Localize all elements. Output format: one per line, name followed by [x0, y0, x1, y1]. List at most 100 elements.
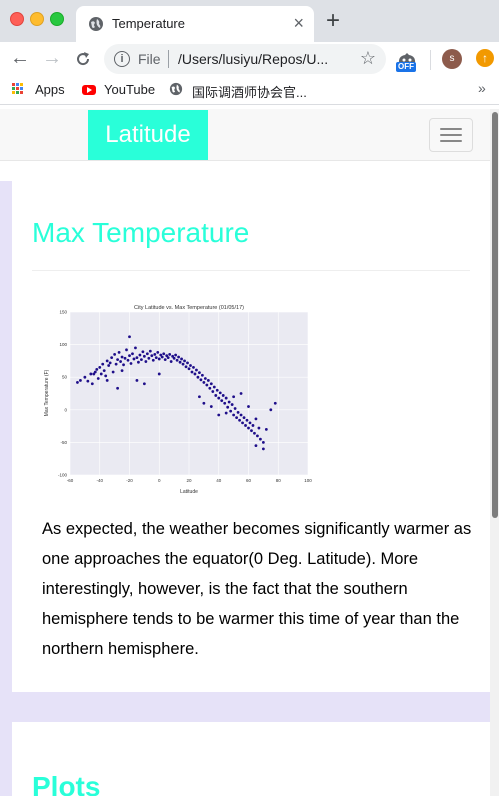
data-point — [156, 351, 160, 354]
data-point — [236, 411, 240, 414]
data-point — [114, 362, 118, 366]
bookmark-youtube[interactable]: YouTube — [104, 82, 155, 97]
data-point — [134, 346, 137, 350]
data-point — [202, 401, 206, 405]
profile-avatar[interactable]: s — [442, 49, 462, 69]
data-point — [184, 365, 188, 369]
page-viewport: Latitude Max Temperature -60 -40 -20 0 20 40 6… — [0, 109, 490, 796]
data-point — [224, 411, 228, 415]
data-point — [203, 377, 207, 380]
data-point — [142, 382, 146, 386]
data-point — [89, 372, 93, 376]
data-point — [131, 352, 134, 356]
section-description: As expected, the weather becomes signifi… — [42, 520, 472, 658]
data-point — [102, 369, 106, 373]
data-point — [117, 351, 121, 354]
data-point — [122, 363, 125, 367]
address-bar[interactable]: i File /Users/lusiyu/Repos/U... ☆ — [104, 44, 386, 74]
data-point — [256, 434, 259, 438]
data-point — [99, 372, 103, 376]
data-point — [140, 358, 143, 361]
data-point — [211, 390, 215, 393]
data-point — [264, 427, 268, 431]
data-point — [198, 371, 201, 375]
data-point — [116, 358, 119, 361]
data-point — [177, 355, 180, 359]
data-point — [154, 356, 158, 360]
close-tab-icon[interactable]: × — [293, 13, 304, 33]
update-icon[interactable]: ↑ — [476, 49, 494, 67]
y-tick-label: -100 — [58, 473, 68, 478]
bookmark-star-icon[interactable]: ☆ — [360, 48, 376, 69]
x-tick-label: 40 — [216, 478, 222, 483]
data-point — [123, 356, 127, 360]
maximize-window-button[interactable] — [50, 12, 64, 26]
data-point — [202, 381, 206, 384]
x-axis-label: Latitude — [180, 489, 198, 495]
hamburger-line — [440, 140, 462, 142]
back-arrow-icon[interactable]: ← — [10, 46, 30, 70]
browser-toolbar: ← → i File /Users/lusiyu/Repos/U... ☆ — [0, 42, 499, 76]
url-text[interactable]: /Users/lusiyu/Repos/U... — [178, 51, 328, 67]
y-tick-label: 150 — [59, 310, 67, 315]
data-point — [245, 418, 249, 422]
site-brand[interactable]: Latitude — [88, 110, 208, 160]
data-point — [119, 360, 122, 363]
data-point — [132, 357, 136, 361]
data-point — [79, 379, 82, 382]
data-point — [92, 372, 96, 376]
data-point — [98, 366, 102, 369]
data-point — [129, 362, 133, 365]
data-point — [141, 350, 145, 354]
data-point — [108, 361, 112, 365]
site-info-icon[interactable]: i — [114, 51, 130, 67]
data-point — [157, 357, 161, 361]
browser-tab[interactable]: Temperature × — [76, 6, 314, 42]
data-point — [261, 441, 265, 444]
data-point — [200, 373, 204, 377]
globe-icon — [89, 17, 103, 31]
data-point — [178, 360, 182, 364]
data-point — [247, 426, 250, 430]
data-point — [223, 401, 227, 405]
reload-icon[interactable] — [74, 50, 92, 68]
data-point — [90, 382, 94, 386]
x-tick-label: 80 — [276, 478, 282, 483]
toolbar-divider — [430, 50, 431, 70]
data-point — [239, 413, 243, 417]
omnibox-divider — [168, 50, 169, 68]
data-point — [195, 368, 198, 372]
x-tick-label: -40 — [96, 478, 103, 483]
data-point — [214, 394, 218, 397]
data-point — [247, 405, 250, 408]
tab-strip: Temperature × + — [0, 0, 499, 42]
data-point — [142, 354, 146, 358]
data-point — [166, 356, 170, 360]
y-tick-label: 0 — [64, 407, 67, 412]
bookmark-bartender-association[interactable]: 国际调酒师协会官... — [192, 82, 307, 101]
hamburger-line — [440, 134, 462, 136]
data-point — [250, 429, 253, 433]
scrollbar-thumb[interactable] — [492, 112, 498, 518]
forward-arrow-icon[interactable]: → — [42, 46, 62, 70]
more-bookmarks-button[interactable]: » — [478, 80, 486, 96]
data-point — [126, 358, 130, 362]
data-point — [254, 444, 258, 448]
data-point — [205, 383, 209, 387]
data-point — [259, 437, 262, 441]
bookmark-apps[interactable]: Apps — [35, 82, 65, 97]
new-tab-button[interactable]: + — [326, 9, 340, 33]
x-tick-label: 100 — [304, 478, 312, 483]
data-point — [218, 391, 222, 395]
close-window-button[interactable] — [10, 12, 24, 26]
data-point — [110, 356, 114, 360]
data-point — [244, 424, 247, 427]
data-point — [153, 352, 157, 356]
tab-title: Temperature — [112, 16, 185, 31]
data-point — [230, 403, 234, 406]
data-point — [105, 379, 109, 382]
minimize-window-button[interactable] — [30, 12, 44, 26]
navbar-toggle-button[interactable] — [429, 118, 473, 152]
data-point — [199, 378, 203, 382]
y-tick-label: -50 — [60, 440, 67, 445]
